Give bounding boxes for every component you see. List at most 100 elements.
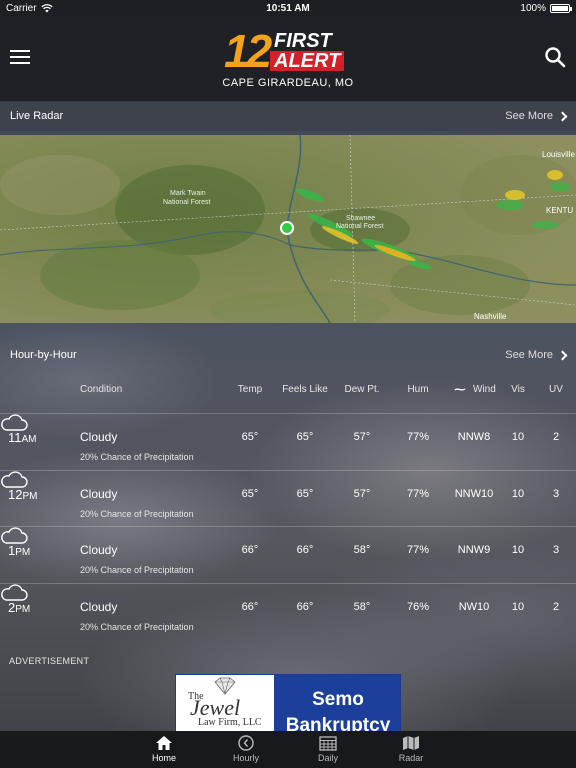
battery-icon (550, 3, 572, 13)
bottom-tab-bar: Home Hourly Daily Radar (0, 731, 576, 768)
advertisement-banner[interactable]: The Jewel Law Firm, LLC Semo Bankruptcy (175, 674, 401, 732)
col-wind: Wind (473, 384, 496, 395)
row-dew-point: 58° (353, 544, 371, 556)
hourly-table-header: Condition Temp Feels Like Dew Pt. Hum Wi… (0, 384, 576, 404)
row-time: 2PM (8, 599, 31, 615)
map-label-louisville: Louisville (542, 150, 575, 159)
live-radar-title: Live Radar (10, 110, 64, 122)
row-feels-like: 66° (296, 544, 314, 556)
radar-see-more-link[interactable]: See More (505, 110, 568, 122)
row-dew-point: 57° (353, 431, 371, 443)
wifi-icon (40, 3, 53, 12)
row-dew-point: 57° (353, 487, 371, 500)
radar-map[interactable]: Mark Twain National Forest Shawnee Natio… (0, 135, 576, 323)
live-radar-header: Live Radar See More (0, 101, 576, 131)
app-header: 12 FIRST ALERT CAPE GIRARDEAU, MO (0, 16, 576, 102)
row-humidity: 77% (406, 544, 430, 556)
tab-radar-label: Radar (398, 753, 424, 763)
row-uv: 3 (552, 544, 560, 556)
row-feels-like: 65° (296, 431, 314, 443)
row-wind: NW10 (458, 600, 490, 613)
row-temp: 66° (241, 544, 259, 556)
row-humidity: 77% (406, 431, 430, 443)
ad-semo-panel: Semo Bankruptcy (274, 675, 400, 732)
tab-home[interactable]: Home (134, 735, 194, 763)
battery-percent: 100% (520, 2, 546, 14)
hourly-row[interactable]: 12PM Cloudy 20% Chance of Precipitation … (0, 469, 576, 526)
radar-map-graphic: Mark Twain National Forest Shawnee Natio… (0, 135, 576, 323)
location-label: CAPE GIRARDEAU, MO (222, 77, 354, 89)
map-label-kentucky: KENTU (546, 206, 573, 215)
col-temp: Temp (237, 384, 263, 395)
col-dew-point: Dew Pt. (344, 384, 380, 395)
hour-by-hour-title: Hour-by-Hour (10, 349, 77, 361)
row-uv: 2 (552, 431, 560, 443)
row-precipitation: 20% Chance of Precipitation (80, 452, 194, 462)
map-label-nashville: Nashville (474, 312, 507, 321)
map-label-shawnee: Shawnee (346, 215, 375, 222)
hamburger-menu-icon[interactable] (10, 50, 30, 66)
carrier-label: Carrier (6, 2, 37, 14)
logo-number: 12 (224, 25, 272, 77)
row-visibility: 10 (511, 431, 525, 443)
row-uv: 3 (552, 487, 560, 500)
col-feels-like: Feels Like (282, 384, 328, 395)
row-precipitation: 20% Chance of Precipitation (80, 508, 194, 519)
tab-radar[interactable]: Radar (381, 735, 441, 763)
row-visibility: 10 (511, 487, 525, 500)
row-uv: 2 (552, 600, 560, 613)
row-temp: 65° (241, 487, 259, 500)
map-label-national-forest-1: National Forest (163, 199, 211, 206)
row-time: 1PM (8, 543, 31, 558)
row-visibility: 10 (511, 544, 525, 556)
status-bar: Carrier 10:51 AM 100% (0, 0, 576, 16)
tab-home-label: Home (151, 753, 176, 763)
row-temp: 65° (241, 431, 259, 443)
first-alert-logo: 12 FIRST ALERT (224, 28, 354, 76)
logo-alert: ALERT (270, 51, 345, 71)
tab-hourly[interactable]: Hourly (216, 735, 276, 763)
logo-first: FIRST (274, 30, 332, 52)
advertisement-label: ADVERTISEMENT (9, 656, 90, 666)
search-icon[interactable] (544, 46, 566, 68)
see-more-label: See More (505, 349, 553, 361)
chevron-right-icon (557, 350, 568, 360)
row-humidity: 77% (406, 487, 430, 500)
hour-by-hour-header: Hour-by-Hour See More (0, 340, 576, 370)
home-icon (156, 736, 172, 750)
ad-law-firm: Law Firm, LLC (198, 717, 262, 728)
row-time: 12PM (8, 486, 38, 502)
row-temp: 66° (241, 600, 259, 613)
ad-semo: Semo (312, 689, 364, 710)
row-humidity: 76% (406, 600, 430, 613)
ad-jewel-logo: The Jewel Law Firm, LLC (176, 675, 274, 731)
col-humidity: Hum (407, 384, 429, 395)
see-more-label: See More (505, 110, 553, 122)
row-condition: Cloudy (80, 599, 118, 614)
calendar-icon (319, 736, 337, 751)
ad-bankruptcy: Bankruptcy (285, 715, 391, 732)
row-feels-like: 66° (296, 600, 314, 613)
row-condition: Cloudy (80, 430, 118, 444)
map-label-national-forest-2: National Forest (336, 223, 384, 230)
row-wind: NNW8 (457, 431, 491, 443)
hourly-see-more-link[interactable]: See More (505, 349, 568, 361)
row-precipitation: 20% Chance of Precipitation (80, 565, 194, 575)
col-uv: UV (549, 384, 563, 395)
hourly-row[interactable]: 11AM Cloudy 20% Chance of Precipitation … (0, 413, 576, 469)
hourly-row[interactable]: 1PM Cloudy 20% Chance of Precipitation 6… (0, 526, 576, 582)
map-label-mark-twain: Mark Twain (170, 190, 206, 197)
map-icon (403, 736, 419, 750)
chevron-right-icon (557, 111, 568, 121)
tab-daily[interactable]: Daily (298, 735, 358, 763)
diamond-icon (214, 677, 236, 695)
tab-daily-label: Daily (317, 753, 338, 763)
row-dew-point: 58° (353, 600, 371, 613)
row-time: 11AM (8, 430, 37, 445)
col-condition: Condition (80, 384, 123, 395)
row-visibility: 10 (511, 600, 525, 613)
row-condition: Cloudy (80, 486, 118, 501)
hourly-row[interactable]: 2PM Cloudy 20% Chance of Precipitation 6… (0, 582, 576, 639)
row-wind: NNW9 (457, 544, 491, 556)
clock-icon (238, 735, 254, 751)
